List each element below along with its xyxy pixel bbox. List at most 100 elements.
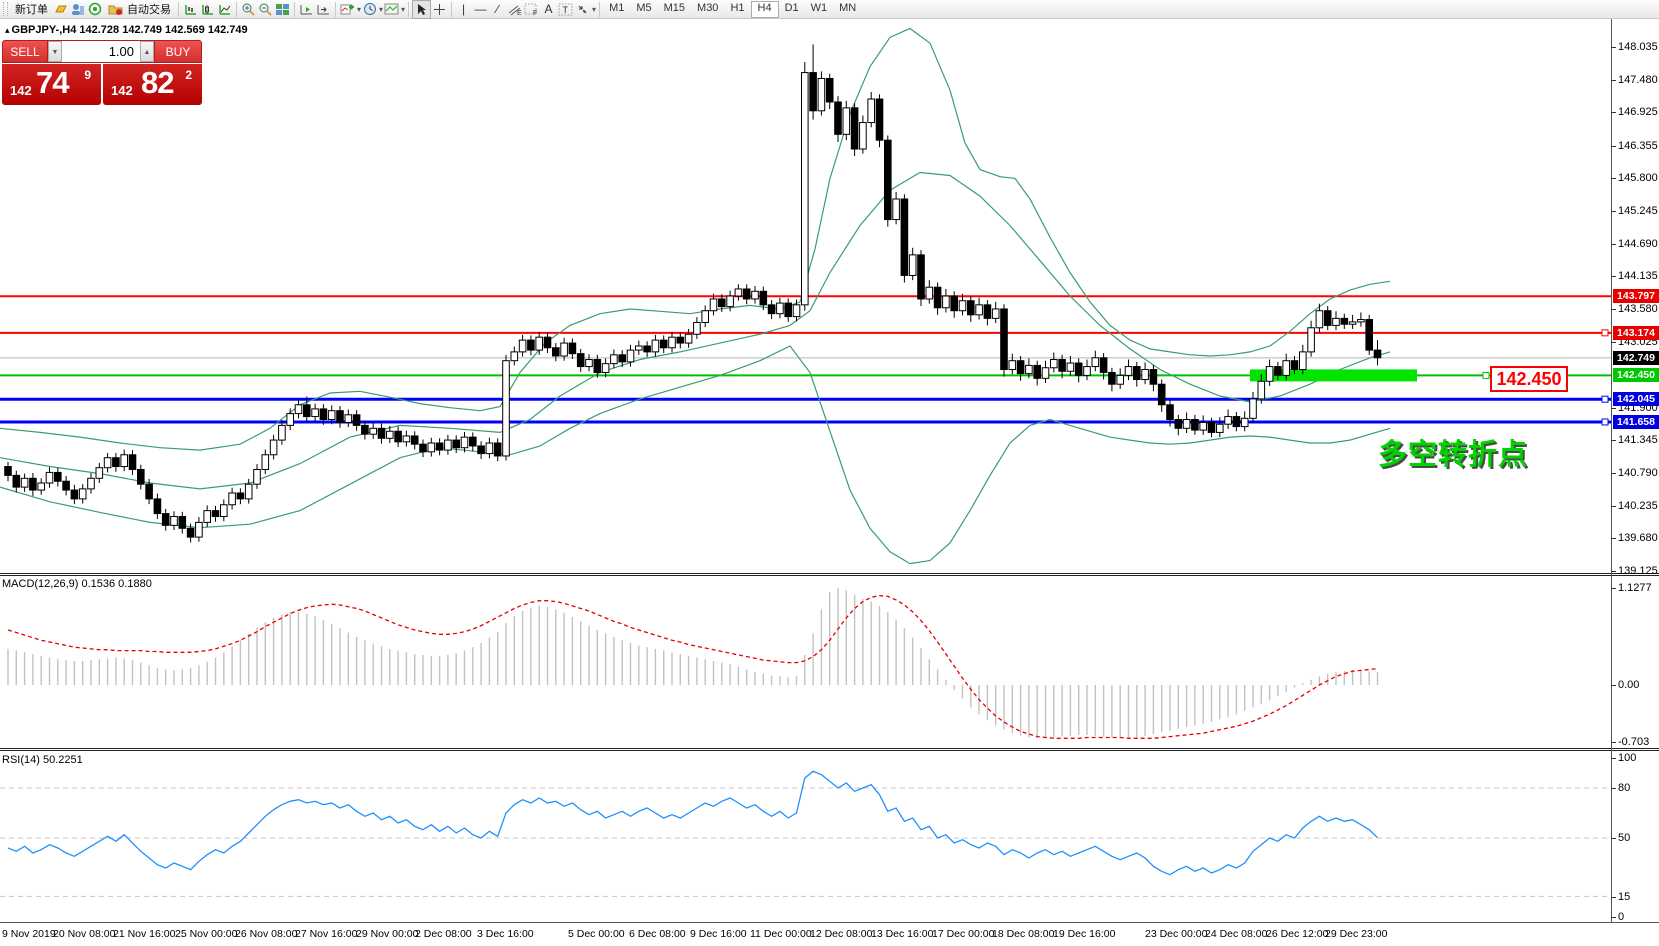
trendline-tool-icon[interactable]: ∕ [489, 1, 506, 18]
templates-dropdown-caret[interactable]: ▾ [401, 5, 405, 14]
axis-tick-label: 141.345 [1618, 434, 1659, 446]
axis-tick-label: 145.800 [1618, 172, 1659, 184]
axis-tick-label: -0.703 [1618, 736, 1659, 748]
macd-indicator-pane[interactable] [0, 577, 1611, 746]
timeframe-h1[interactable]: H1 [724, 1, 750, 16]
ask-price[interactable]: 142 82 2 [103, 64, 202, 105]
axis-tick-label: 50 [1618, 832, 1659, 844]
timeframe-strip: M1M5M15M30H1H4D1W1MN [603, 1, 862, 18]
candlestick-chart-type-icon[interactable] [199, 1, 216, 18]
axis-tick [1611, 788, 1616, 789]
timeframe-h4[interactable]: H4 [751, 1, 779, 18]
templates-icon[interactable] [383, 1, 400, 18]
bid-pips: 74 [36, 65, 68, 101]
timeframe-d1[interactable]: D1 [779, 1, 805, 16]
volume-stepper: ▼ ▲ [48, 40, 154, 63]
timeframe-m15[interactable]: M15 [658, 1, 691, 16]
price-level-label: 142.045 [1613, 392, 1659, 406]
text-tool-icon[interactable]: A [540, 1, 557, 18]
buy-button[interactable]: BUY [154, 40, 202, 63]
symbol-info: ▴GBPJPY-,H4 142.728 142.749 142.569 142.… [5, 24, 248, 36]
svg-text:E: E [517, 10, 522, 16]
toolbar-grip[interactable] [3, 2, 8, 16]
volume-decrease-button[interactable]: ▼ [48, 41, 62, 62]
price-level-label: 142.450 [1613, 368, 1659, 382]
sell-button[interactable]: SELL [2, 40, 48, 63]
axis-tick-label: 80 [1618, 782, 1659, 794]
toolbar-separator [294, 2, 295, 17]
axis-tick-label: 147.480 [1618, 74, 1659, 86]
crosshair-icon[interactable] [431, 1, 448, 18]
axis-tick-label: 143.580 [1618, 303, 1659, 315]
axis-tick [1611, 146, 1616, 147]
signal-icon[interactable] [86, 1, 103, 18]
volume-input[interactable] [62, 41, 140, 62]
ask-pipette: 2 [185, 68, 192, 82]
fibonacci-tool-icon[interactable]: F [523, 1, 540, 18]
pane-divider[interactable] [0, 748, 1659, 751]
toolbar-separator [408, 2, 409, 17]
toolbar-separator [599, 2, 600, 17]
axis-tick [1611, 276, 1616, 277]
gold-bar-icon[interactable] [52, 1, 69, 18]
timeframe-mn[interactable]: MN [833, 1, 862, 16]
axis-tick [1611, 244, 1616, 245]
chart-shift-icon[interactable] [315, 1, 332, 18]
bar-chart-type-icon[interactable] [182, 1, 199, 18]
axis-tick [1611, 897, 1616, 898]
time-axis-label: 3 Dec 16:00 [477, 928, 534, 940]
vertical-line-tool-icon[interactable]: | [455, 1, 472, 18]
time-axis-label: 25 Nov 00:00 [175, 928, 237, 940]
symbol-ohlc-text: GBPJPY-,H4 142.728 142.749 142.569 142.7… [12, 24, 248, 36]
time-axis-label: 18 Dec 08:00 [992, 928, 1054, 940]
axis-tick [1611, 408, 1616, 409]
axis-tick [1611, 742, 1616, 743]
axis-tick [1611, 473, 1616, 474]
rsi-indicator-pane[interactable] [0, 753, 1611, 920]
timeframe-w1[interactable]: W1 [805, 1, 834, 16]
volume-increase-button[interactable]: ▲ [140, 41, 154, 62]
arrows-dropdown-caret[interactable]: ▾ [592, 5, 596, 14]
turning-point-annotation[interactable]: 多空转折点 [1378, 431, 1528, 473]
arrows-tool-icon[interactable] [574, 1, 591, 18]
text-label-tool-icon[interactable]: T [557, 1, 574, 18]
pane-divider[interactable] [0, 573, 1659, 576]
zoom-out-icon[interactable] [257, 1, 274, 18]
timeframe-m5[interactable]: M5 [630, 1, 657, 16]
zoom-in-icon[interactable] [240, 1, 257, 18]
price-level-label: 142.749 [1613, 351, 1659, 365]
toolbar-separator [451, 2, 452, 17]
axis-tick [1611, 917, 1616, 918]
axis-tick [1611, 309, 1616, 310]
tile-windows-icon[interactable] [274, 1, 291, 18]
bid-price[interactable]: 142 74 9 [2, 64, 101, 105]
time-axis-label: 27 Nov 16:00 [295, 928, 357, 940]
main-price-chart[interactable] [0, 19, 1611, 573]
axis-tick [1611, 342, 1616, 343]
ask-pips: 82 [141, 65, 173, 101]
periods-icon[interactable] [361, 1, 378, 18]
axis-tick-label: 140.790 [1618, 467, 1659, 479]
symbol-arrow-icon: ▴ [5, 25, 10, 35]
axis-tick [1611, 178, 1616, 179]
price-level-annotation-box[interactable]: 142.450 [1490, 366, 1568, 392]
auto-scroll-icon[interactable] [298, 1, 315, 18]
timeframe-m1[interactable]: M1 [603, 1, 630, 16]
new-order-button[interactable]: 新订单 [11, 1, 52, 18]
horizontal-line-tool-icon[interactable]: — [472, 1, 489, 18]
bid-pipette: 9 [84, 68, 91, 82]
time-axis-label: 11 Dec 00:00 [750, 928, 812, 940]
time-axis-label: 2 Dec 08:00 [415, 928, 472, 940]
autotrade-button[interactable]: 自动交易 [103, 1, 175, 18]
axis-tick-label: 144.135 [1618, 270, 1659, 282]
indicators-icon[interactable] [339, 1, 356, 18]
cursor-icon[interactable] [412, 0, 431, 19]
axis-tick [1611, 588, 1616, 589]
channel-tool-icon[interactable]: E [506, 1, 523, 18]
axis-tick-label: 100 [1618, 752, 1659, 764]
market-watch-icon[interactable] [69, 1, 86, 18]
line-chart-type-icon[interactable] [216, 1, 233, 18]
time-axis-label: 9 Dec 16:00 [690, 928, 747, 940]
timeframe-m30[interactable]: M30 [691, 1, 724, 16]
autotrade-folder-icon [107, 1, 124, 18]
